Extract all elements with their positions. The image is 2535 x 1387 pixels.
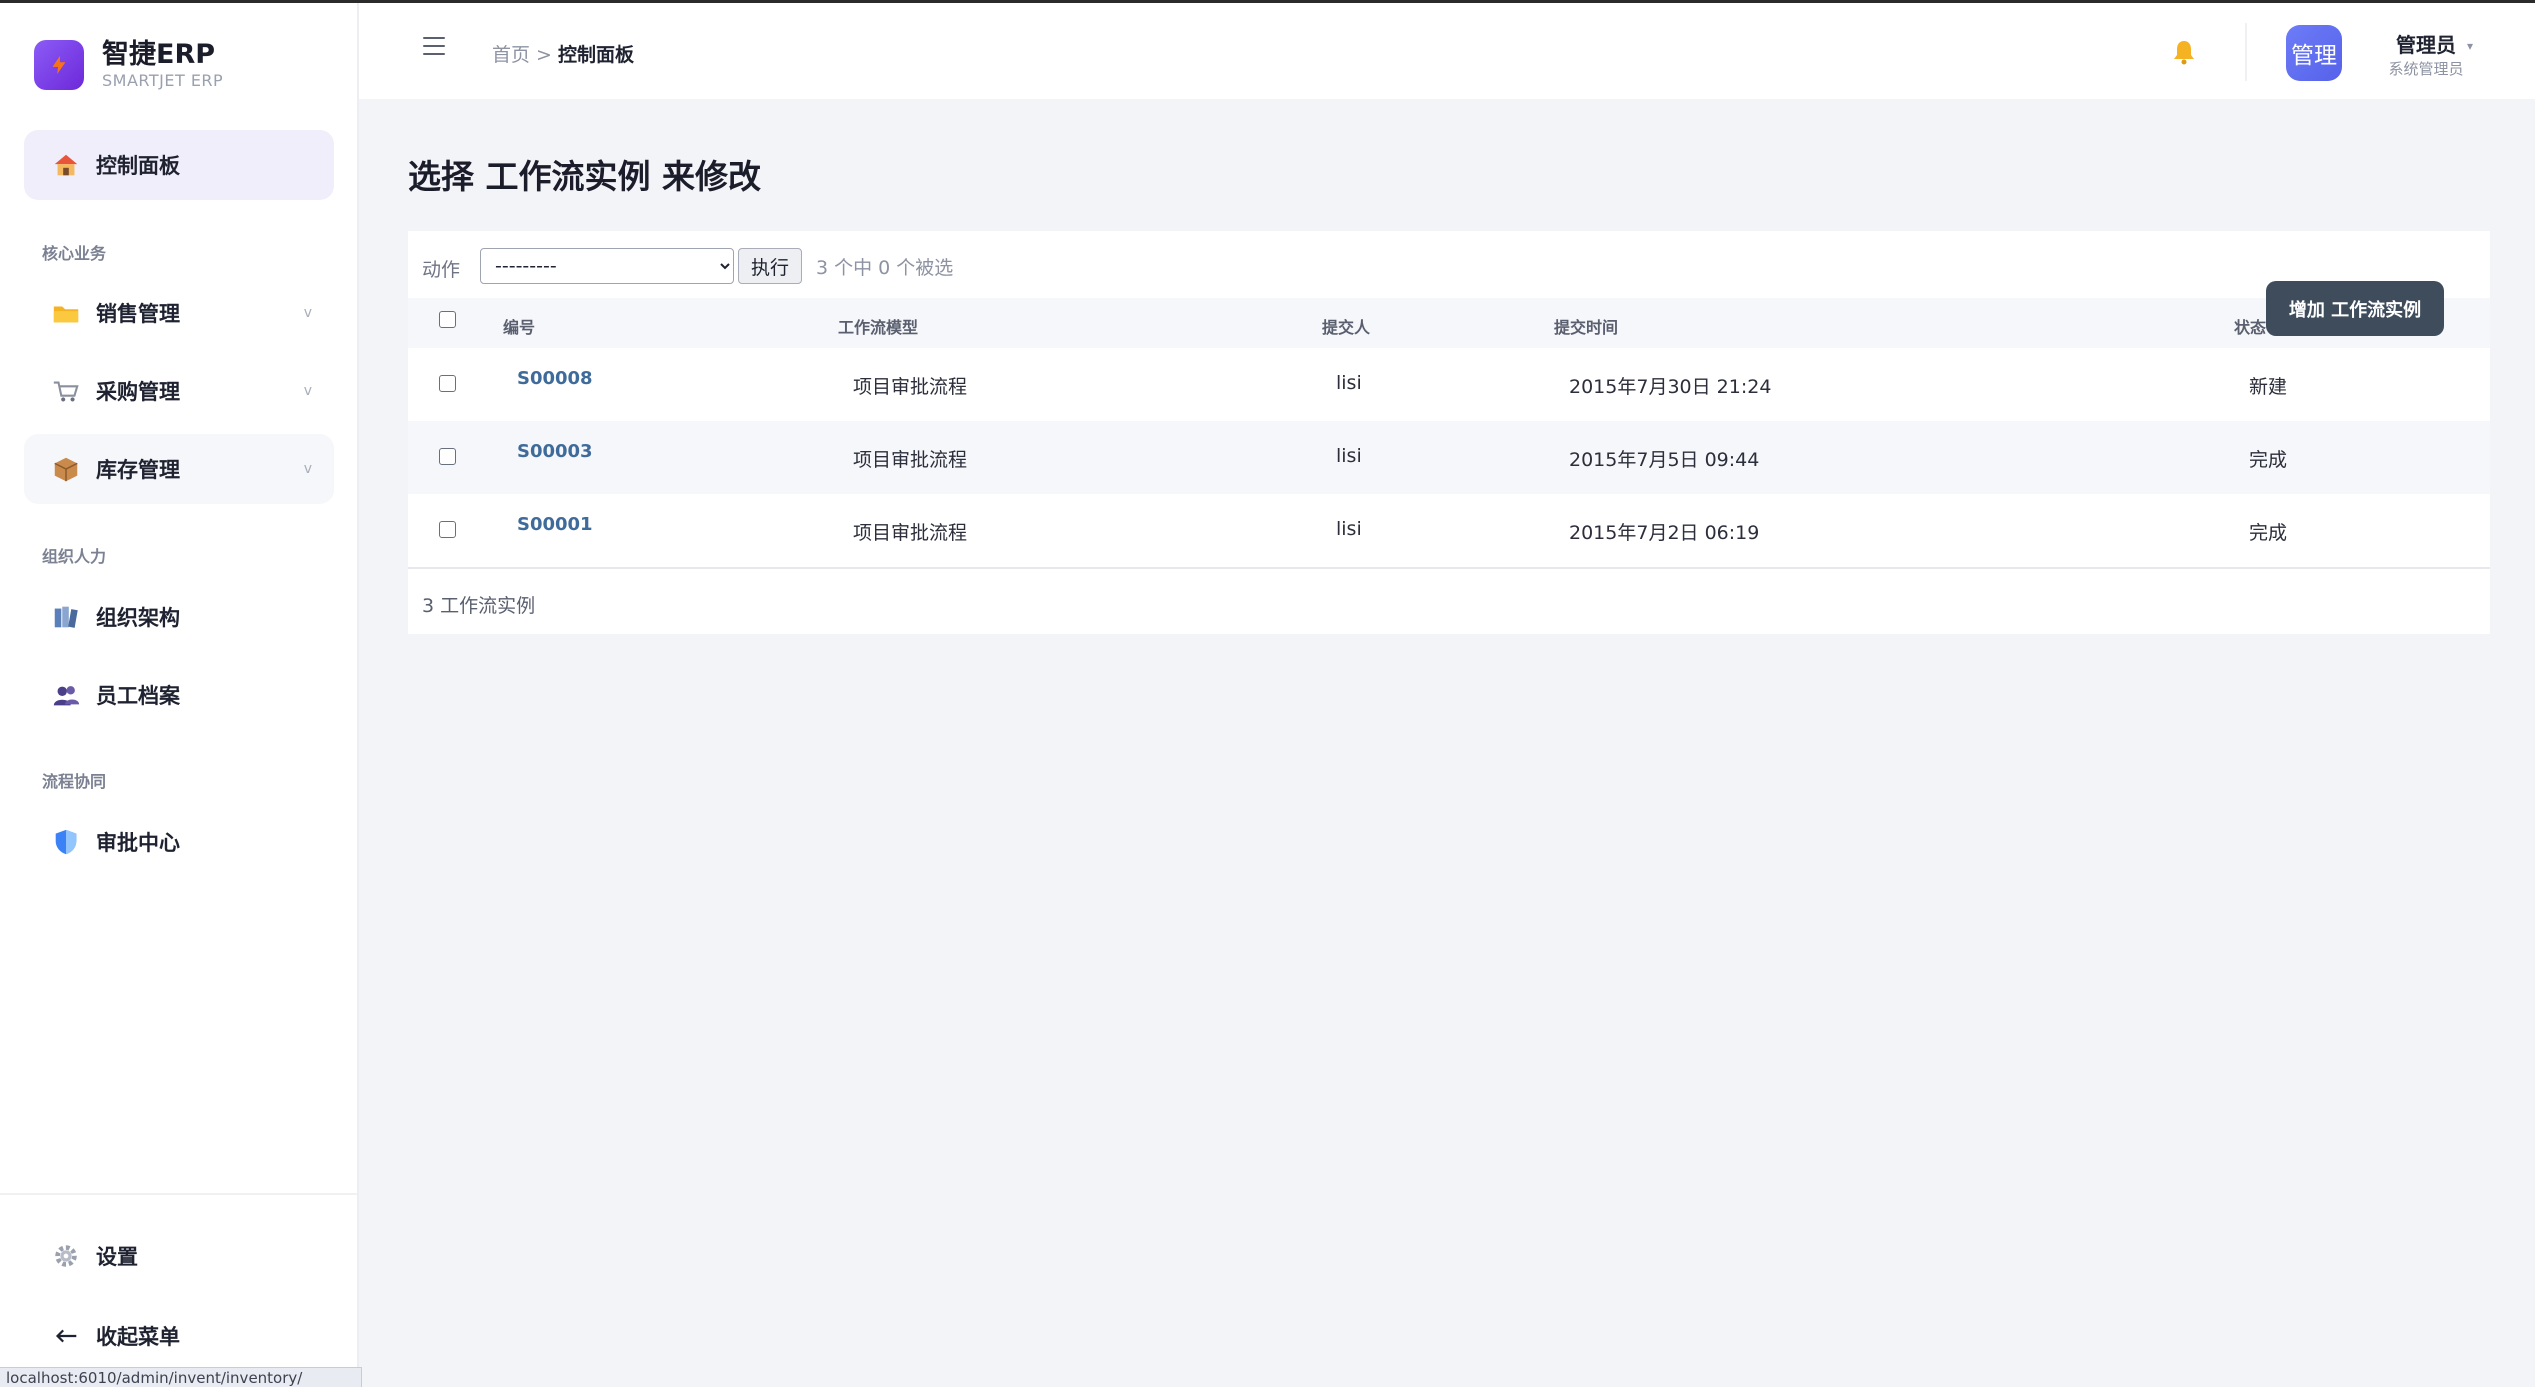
row-id-link[interactable]: S00003: [517, 441, 593, 462]
package-icon: [50, 453, 82, 485]
select-all-checkbox[interactable]: [439, 311, 456, 328]
breadcrumb: 首页 > 控制面板: [492, 40, 634, 67]
chevron-down-icon: v: [303, 383, 312, 399]
sidebar-item-approval[interactable]: 审批中心: [24, 807, 334, 877]
avatar[interactable]: 管理: [2286, 25, 2342, 81]
people-icon: [50, 679, 82, 711]
sidebar-item-label: 收起菜单: [96, 1325, 180, 1349]
row-status: 完成: [2249, 522, 2288, 544]
sidebar-item-settings[interactable]: 设置: [24, 1221, 334, 1291]
column-header-time[interactable]: 提交时间: [1554, 314, 1618, 338]
column-header-id[interactable]: 编号: [503, 314, 535, 338]
sidebar-item-inventory[interactable]: 库存管理 v: [24, 434, 334, 504]
result-count: 3 工作流实例: [422, 595, 536, 617]
row-checkbox[interactable]: [439, 448, 456, 465]
menu-toggle-icon[interactable]: [423, 37, 445, 55]
sidebar-item-employees[interactable]: 员工档案: [24, 660, 334, 730]
row-submitter: lisi: [1336, 445, 1362, 467]
table-row: S00001 项目审批流程 lisi 2015年7月2日 06:19 完成: [408, 494, 2490, 567]
row-model: 项目审批流程: [853, 449, 968, 471]
brand-subtitle: SMARTJET ERP: [102, 71, 224, 90]
notification-bell-icon[interactable]: [2172, 39, 2196, 65]
sidebar-item-dashboard[interactable]: 控制面板: [24, 130, 334, 200]
sidebar-item-org[interactable]: 组织架构: [24, 582, 334, 652]
sidebar-divider: [0, 1193, 357, 1195]
column-header-status[interactable]: 状态: [2234, 314, 2266, 338]
table-divider: [408, 567, 2490, 569]
user-name[interactable]: 管理员: [2371, 29, 2481, 58]
sidebar: 智捷ERP SMARTJET ERP 控制面板 核心业务 销售管理 v 采购管理…: [0, 3, 359, 1387]
row-time: 2015年7月5日 09:44: [1569, 449, 1760, 471]
column-header-model[interactable]: 工作流模型: [838, 314, 918, 338]
sidebar-item-label: 采购管理: [96, 380, 180, 404]
changelist-panel: 动作 --------- 执行 3 个中 0 个被选 编号 工作流模型 提交人 …: [408, 231, 2490, 634]
row-status: 完成: [2249, 449, 2288, 471]
breadcrumb-separator: >: [536, 44, 552, 66]
collapse-menu-button[interactable]: 收起菜单: [24, 1301, 334, 1371]
row-model: 项目审批流程: [853, 376, 968, 398]
row-id-link[interactable]: S00008: [517, 368, 593, 389]
sidebar-item-label: 库存管理: [96, 458, 180, 482]
user-role: 系统管理员: [2388, 60, 2464, 78]
brand-logo-icon: [34, 40, 84, 90]
sidebar-item-label: 销售管理: [96, 302, 180, 326]
column-header-submitter[interactable]: 提交人: [1322, 314, 1370, 338]
table-header: 编号 工作流模型 提交人 提交时间 状态: [408, 298, 2490, 348]
sidebar-item-label: 控制面板: [96, 154, 180, 178]
arrow-left-icon: [50, 1320, 82, 1352]
row-time: 2015年7月2日 06:19: [1569, 522, 1760, 544]
row-submitter: lisi: [1336, 518, 1362, 540]
row-id-link[interactable]: S00001: [517, 514, 593, 535]
brand[interactable]: 智捷ERP SMARTJET ERP: [34, 39, 223, 91]
selection-counter: 3 个中 0 个被选: [816, 257, 954, 279]
execute-button[interactable]: 执行: [738, 248, 802, 284]
sidebar-item-label: 设置: [96, 1245, 138, 1269]
table-row: S00003 项目审批流程 lisi 2015年7月5日 09:44 完成: [408, 421, 2490, 494]
page-title: 选择 工作流实例 来修改: [408, 157, 761, 196]
cart-icon: [50, 375, 82, 407]
action-select[interactable]: ---------: [480, 248, 734, 284]
row-time: 2015年7月30日 21:24: [1569, 376, 1772, 398]
shield-icon: [50, 826, 82, 858]
house-icon: [50, 149, 82, 181]
sidebar-item-sales[interactable]: 销售管理 v: [24, 278, 334, 348]
sidebar-section-hr: 组织人力: [42, 547, 107, 566]
table-row: S00008 项目审批流程 lisi 2015年7月30日 21:24 新建: [408, 348, 2490, 421]
row-checkbox[interactable]: [439, 521, 456, 538]
sidebar-item-label: 审批中心: [96, 831, 180, 855]
sidebar-item-purchase[interactable]: 采购管理 v: [24, 356, 334, 426]
row-status: 新建: [2249, 376, 2288, 398]
breadcrumb-current: 控制面板: [557, 44, 634, 66]
row-submitter: lisi: [1336, 372, 1362, 394]
browser-status-url: localhost:6010/admin/invent/inventory/: [0, 1367, 362, 1387]
sidebar-section-core: 核心业务: [42, 244, 107, 263]
folder-icon: [50, 297, 82, 329]
sidebar-section-flow: 流程协同: [42, 772, 107, 791]
books-icon: [50, 601, 82, 633]
header-divider: [2245, 23, 2247, 81]
breadcrumb-home-link[interactable]: 首页: [492, 44, 530, 66]
top-header: 首页 > 控制面板 管理 管理员 系统管理员 ▾: [359, 3, 2535, 99]
actions-bar: 动作 --------- 执行 3 个中 0 个被选: [408, 231, 2490, 298]
add-workflow-instance-button[interactable]: 增加 工作流实例: [2266, 281, 2444, 336]
gear-icon: [50, 1240, 82, 1272]
sidebar-item-label: 组织架构: [96, 606, 180, 630]
row-model: 项目审批流程: [853, 522, 968, 544]
brand-name: 智捷ERP: [102, 39, 216, 70]
chevron-down-icon: v: [303, 305, 312, 321]
sidebar-item-label: 员工档案: [96, 684, 180, 708]
user-menu-caret-icon[interactable]: ▾: [2467, 39, 2473, 53]
action-label: 动作: [422, 259, 461, 281]
row-checkbox[interactable]: [439, 375, 456, 392]
chevron-down-icon: v: [303, 461, 312, 477]
